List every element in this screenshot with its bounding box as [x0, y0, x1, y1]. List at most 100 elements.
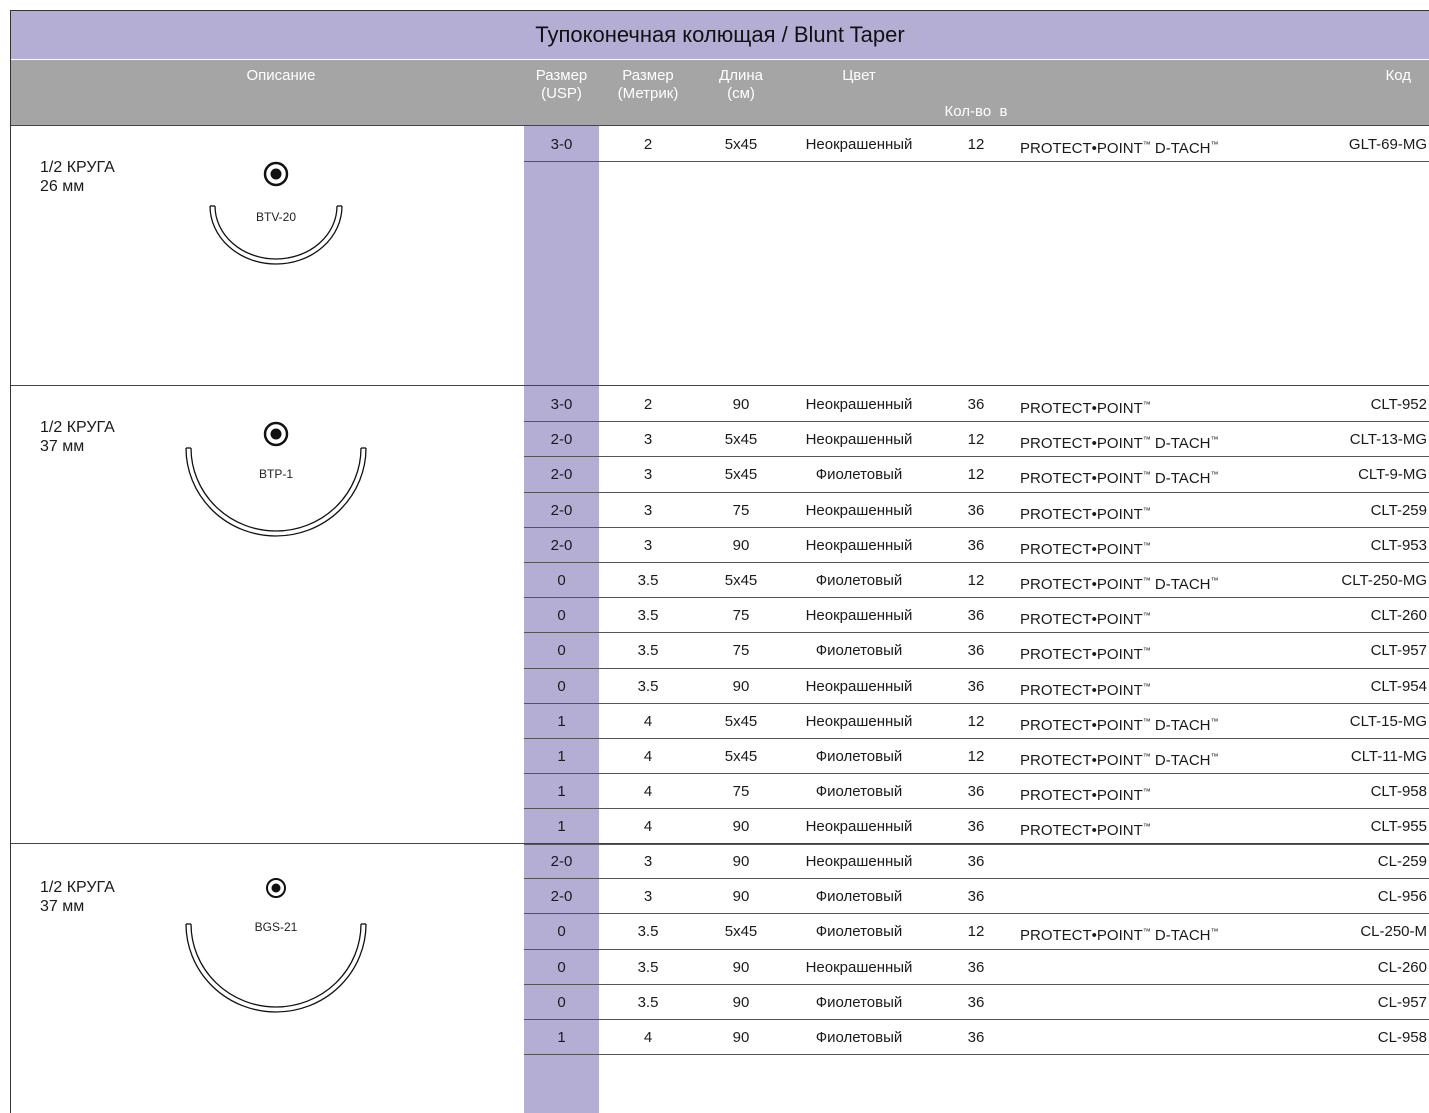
needle-label: BTV-20 — [256, 210, 296, 224]
row-divider — [524, 773, 1429, 774]
cell-color: Неокрашенный — [805, 607, 913, 625]
cell-usp: 2-0 — [550, 431, 573, 449]
cell-color: Неокрашенный — [805, 853, 913, 870]
cell-usp: 0 — [557, 677, 566, 695]
cell-product: PROTECT•POINT™ D-TACH™ — [1020, 470, 1219, 488]
cell-length: 75 — [732, 607, 750, 625]
cell-metric: 4 — [643, 712, 653, 730]
cell-code: CLT-13-MG — [1349, 431, 1427, 449]
cell-product: PROTECT•POINT™ D-TACH™ — [1020, 752, 1219, 769]
header-size-metric-line1: Размер — [622, 67, 674, 84]
row-divider — [524, 456, 1429, 457]
row-divider — [524, 878, 1429, 879]
cell-metric: 3.5 — [637, 923, 659, 941]
row-divider — [524, 703, 1429, 704]
cell-product: PROTECT•POINT™ D-TACH™ — [1020, 716, 1219, 734]
row-divider — [524, 632, 1429, 633]
group-divider — [11, 385, 1429, 386]
cell-color: Неокрашенный — [805, 677, 913, 695]
cell-code: CLT-958 — [1370, 783, 1427, 801]
header-size-usp-line2: (USP) — [541, 85, 582, 102]
cell-product: PROTECT•POINT™ — [1020, 540, 1151, 558]
cell-qty: 12 — [967, 136, 985, 153]
cell-metric: 4 — [643, 818, 653, 836]
cell-metric: 2 — [643, 396, 653, 413]
group-3-description: 1/2 КРУГА 37 мм — [40, 878, 115, 916]
cell-length: 90 — [732, 818, 750, 836]
cell-color: Неокрашенный — [805, 501, 913, 519]
row-divider — [524, 527, 1429, 528]
cell-usp: 1 — [557, 1029, 566, 1046]
cell-usp: 0 — [557, 923, 566, 941]
cell-usp: 2-0 — [550, 888, 573, 906]
needle-label: BTP-1 — [259, 467, 293, 481]
cell-qty: 12 — [967, 923, 985, 941]
row-divider — [524, 1054, 1429, 1055]
cell-qty: 36 — [967, 888, 985, 906]
cell-product: PROTECT•POINT™ — [1020, 611, 1151, 629]
cell-color: Неокрашенный — [805, 136, 913, 153]
group-2-description: 1/2 КРУГА 37 мм — [40, 418, 115, 456]
cell-code: CL-958 — [1377, 1029, 1427, 1046]
group-3-shape: 1/2 КРУГА — [40, 879, 115, 896]
cell-usp: 1 — [557, 818, 566, 836]
cell-usp: 3-0 — [550, 136, 573, 153]
row-divider — [524, 844, 1429, 845]
cell-metric: 3.5 — [637, 958, 659, 976]
cell-product: PROTECT•POINT™ — [1020, 400, 1151, 417]
row-divider — [524, 161, 1429, 162]
cell-length: 90 — [732, 1029, 750, 1046]
header-size-metric: Размер (Метрик) — [600, 67, 696, 103]
cell-length: 90 — [732, 536, 750, 554]
cell-code: CLT-957 — [1370, 642, 1427, 660]
cell-code: CLT-954 — [1370, 677, 1427, 695]
cell-length: 5x45 — [724, 572, 758, 589]
cell-code: CLT-11-MG — [1350, 748, 1427, 765]
cell-color: Фиолетовый — [815, 466, 903, 484]
cell-qty: 36 — [967, 993, 985, 1011]
cell-length: 90 — [732, 677, 750, 695]
cell-qty: 36 — [967, 642, 985, 660]
header-length-line1: Длина — [719, 67, 763, 84]
group-divider — [11, 843, 1429, 844]
group-1-description: 1/2 КРУГА 26 мм — [40, 158, 115, 196]
cell-qty: 12 — [967, 748, 985, 765]
cell-color: Неокрашенный — [805, 536, 913, 554]
header-code: Код — [1385, 67, 1411, 84]
cell-color: Неокрашенный — [805, 712, 913, 730]
row-divider — [524, 1019, 1429, 1020]
header-size-usp: Размер (USP) — [524, 67, 599, 103]
cell-metric: 2 — [643, 136, 653, 153]
cell-product: PROTECT•POINT™ — [1020, 681, 1151, 699]
cell-qty: 36 — [967, 1029, 985, 1046]
cell-product: PROTECT•POINT™ — [1020, 646, 1151, 664]
cell-length: 90 — [732, 958, 750, 976]
header-length-line2: (см) — [727, 85, 755, 102]
row-divider — [524, 808, 1429, 809]
cell-length: 5x45 — [724, 923, 758, 941]
table-title: Тупоконечная колющая / Blunt Taper — [11, 11, 1429, 59]
header-color: Цвет — [842, 67, 876, 84]
row-divider — [524, 562, 1429, 563]
cell-metric: 3 — [643, 431, 653, 449]
cell-qty: 12 — [967, 431, 985, 449]
cell-qty: 12 — [967, 572, 985, 589]
row-divider — [524, 984, 1429, 985]
cell-length: 5x45 — [724, 136, 758, 153]
row-divider — [524, 949, 1429, 950]
cell-qty: 36 — [967, 958, 985, 976]
header-size-usp-line1: Размер — [535, 67, 588, 84]
cell-color: Фиолетовый — [815, 748, 903, 765]
cell-code: CLT-15-MG — [1349, 712, 1427, 730]
column-header-bar: Описание Размер (USP) Размер (Метрик) Дл… — [11, 60, 1429, 174]
cell-length: 75 — [732, 783, 750, 801]
cell-qty: 36 — [967, 607, 985, 625]
cell-usp: 3-0 — [550, 396, 573, 413]
cell-product: PROTECT•POINT™ — [1020, 505, 1151, 523]
header-quantity-line2: упаковке — [944, 157, 1008, 174]
cell-code: CL-259 — [1377, 853, 1427, 870]
cell-code: CLT-260 — [1370, 607, 1427, 625]
row-divider — [524, 421, 1429, 422]
cell-code: CLT-953 — [1370, 536, 1427, 554]
cell-code: CLT-259 — [1370, 501, 1427, 519]
